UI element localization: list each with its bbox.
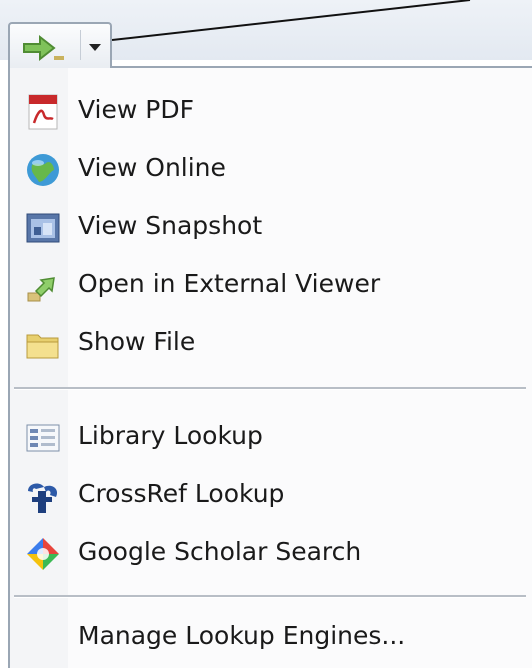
menu-item-manage-lookup-engines[interactable]: Manage Lookup Engines...	[10, 608, 532, 664]
menu-item-label: Show File	[78, 327, 196, 356]
locate-main-button[interactable]	[18, 30, 70, 64]
menu-item-label: View Snapshot	[78, 211, 263, 240]
menu-item-label: Open in External Viewer	[78, 269, 381, 298]
snapshot-icon	[26, 213, 60, 243]
menu-item-label: View Online	[78, 153, 226, 182]
menu-item-view-pdf[interactable]: View PDF	[10, 82, 532, 138]
menu-item-open-external-viewer[interactable]: Open in External Viewer	[10, 256, 532, 312]
menu-item-crossref-lookup[interactable]: CrossRef Lookup	[10, 466, 532, 522]
menu-item-library-lookup[interactable]: Library Lookup	[10, 408, 532, 464]
menu-item-view-online[interactable]: View Online	[10, 140, 532, 196]
menu-separator	[14, 387, 526, 390]
chevron-down-icon	[89, 44, 101, 51]
pdf-icon	[28, 94, 58, 130]
menu-item-label: Google Scholar Search	[78, 537, 362, 566]
locate-button[interactable]	[8, 22, 112, 68]
menu-item-label: Library Lookup	[78, 421, 263, 450]
green-arrow-icon	[23, 34, 64, 62]
menu-item-show-file[interactable]: Show File	[10, 314, 532, 370]
menu-item-label: Manage Lookup Engines...	[78, 621, 406, 650]
google-scholar-icon	[27, 538, 59, 570]
menu-item-label: View PDF	[78, 95, 194, 124]
globe-icon	[27, 154, 59, 186]
folder-icon	[26, 334, 59, 359]
menu-separator	[14, 595, 526, 598]
locate-dropdown-button[interactable]	[84, 30, 106, 64]
locate-menu: View PDF View Online View Snapshot Open …	[8, 66, 532, 668]
menu-item-label: CrossRef Lookup	[78, 479, 285, 508]
external-viewer-icon	[27, 277, 55, 302]
button-separator	[80, 30, 81, 60]
menu-item-google-scholar-search[interactable]: Google Scholar Search	[10, 524, 532, 580]
menu-item-view-snapshot[interactable]: View Snapshot	[10, 198, 532, 254]
library-icon	[26, 424, 60, 452]
crossref-icon	[28, 483, 58, 513]
